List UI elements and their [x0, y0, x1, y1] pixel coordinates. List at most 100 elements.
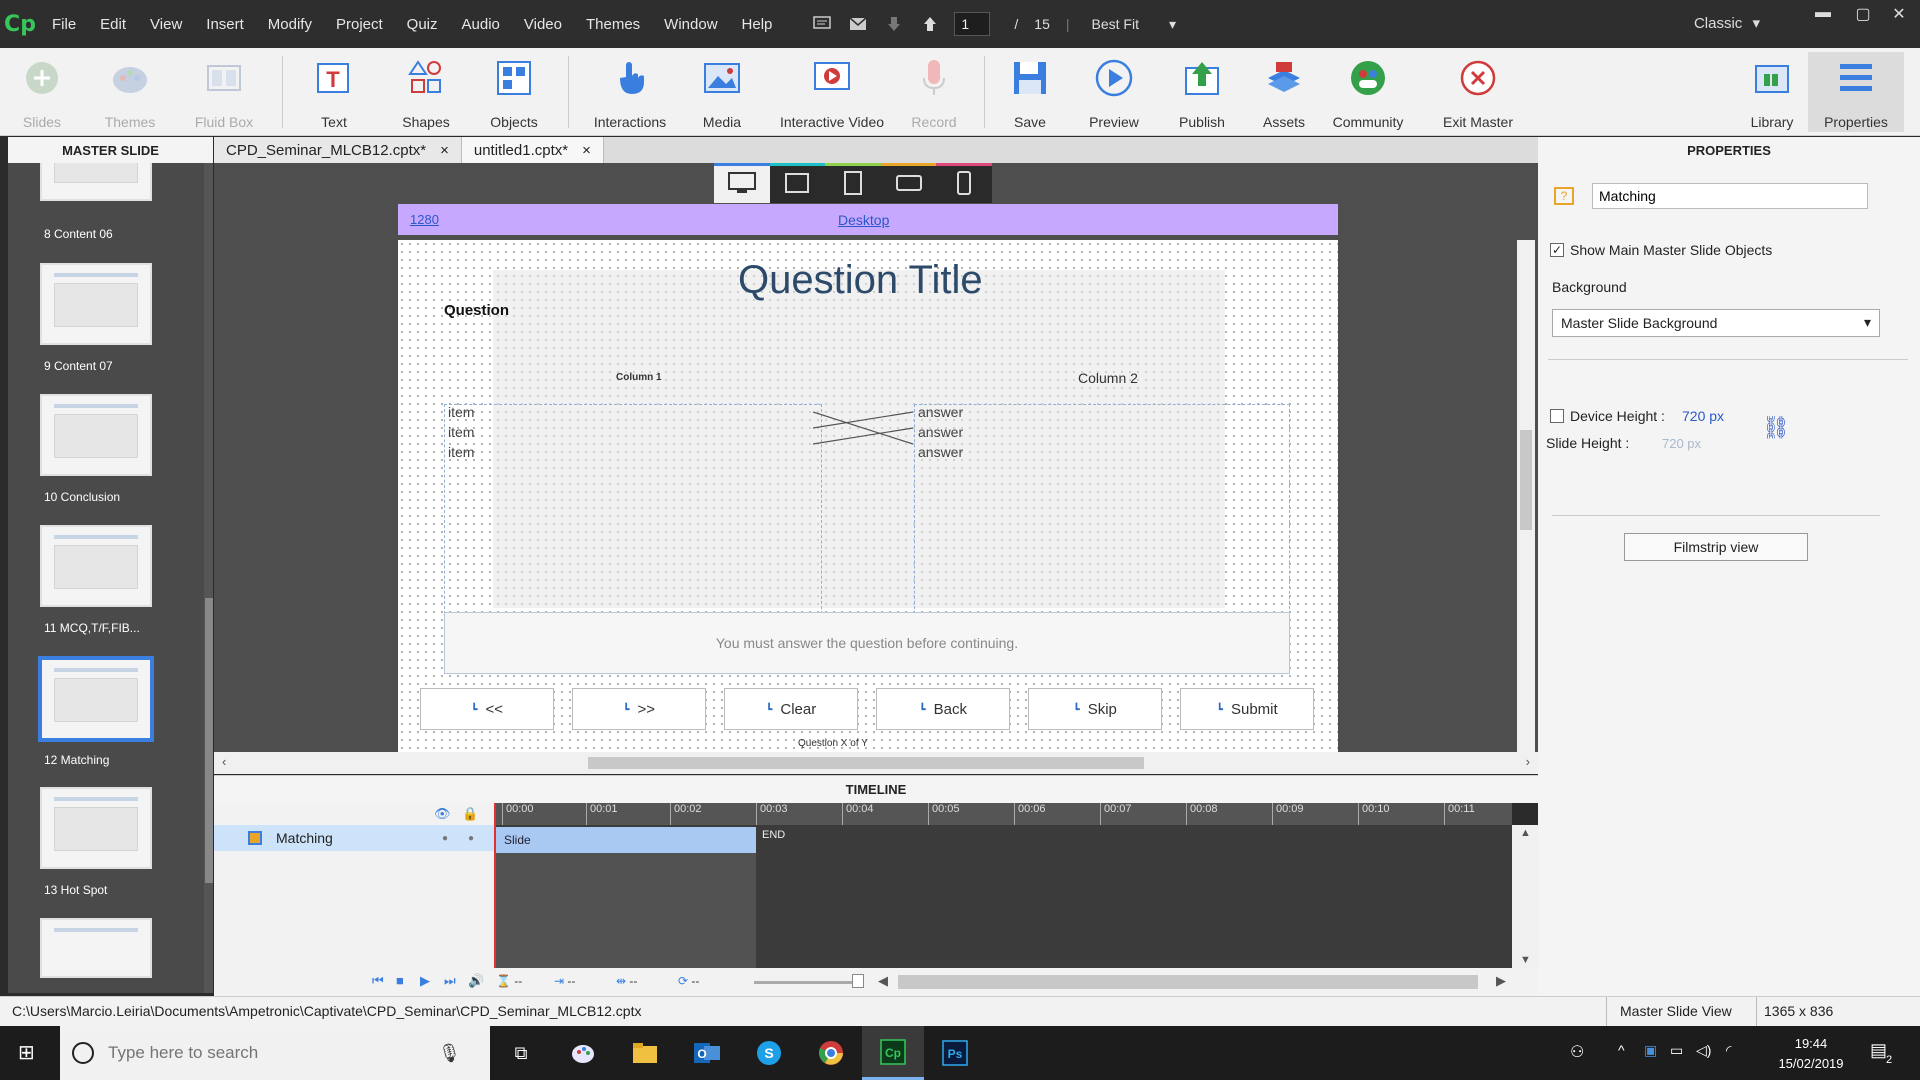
filmstrip-view-button[interactable]: Filmstrip view — [1624, 533, 1808, 561]
menu-edit[interactable]: Edit — [88, 16, 138, 33]
close-icon[interactable]: ✕ — [1882, 4, 1916, 28]
match-item[interactable]: item — [448, 444, 474, 460]
desktop-view-button[interactable] — [714, 163, 770, 203]
match-answer[interactable]: answer — [918, 444, 963, 460]
match-answer[interactable]: answer — [918, 424, 963, 440]
menu-file[interactable]: File — [40, 16, 88, 33]
question-title[interactable]: Question Title — [738, 258, 983, 303]
outlook-tray-icon[interactable]: ▣ — [1644, 1042, 1657, 1059]
timeline-layer-row[interactable]: Matching ● ● — [214, 825, 494, 851]
loop-field[interactable]: ⟳ -- — [678, 974, 699, 988]
slide-thumbnail[interactable] — [40, 787, 152, 869]
menu-insert[interactable]: Insert — [194, 16, 256, 33]
slide-thumbnail[interactable] — [40, 263, 152, 345]
back-button[interactable]: ┗ Back — [876, 688, 1010, 730]
phone-landscape-button[interactable] — [880, 163, 937, 203]
menu-view[interactable]: View — [138, 16, 194, 33]
column-1-label[interactable]: Column 1 — [616, 372, 662, 383]
text-button[interactable]: T Text — [286, 54, 382, 130]
feedback-caption[interactable]: You must answer the question before cont… — [444, 612, 1290, 674]
eye-icon[interactable]: 👁 — [434, 806, 451, 822]
comment-icon[interactable] — [808, 12, 836, 36]
match-item[interactable]: item — [448, 424, 474, 440]
breakpoint-label[interactable]: Desktop — [838, 212, 889, 228]
audio-icon[interactable]: 🔊 — [468, 973, 484, 989]
scroll-thumb[interactable] — [1520, 430, 1532, 530]
file-explorer-icon[interactable] — [614, 1026, 676, 1080]
question-progress[interactable]: Question X of Y — [798, 738, 868, 749]
timeline-vertical-scrollbar[interactable]: ▲ ▼ — [1512, 825, 1538, 968]
zoom-select[interactable]: Best Fit ▾ — [1092, 16, 1177, 33]
chrome-icon[interactable] — [800, 1026, 862, 1080]
community-button[interactable]: Community — [1320, 54, 1416, 130]
menu-project[interactable]: Project — [324, 16, 395, 33]
chevron-down-icon[interactable]: ▼ — [1520, 954, 1531, 966]
minimize-icon[interactable]: ▬ — [1806, 4, 1840, 28]
menu-quiz[interactable]: Quiz — [395, 16, 450, 33]
objects-button[interactable]: Objects — [466, 54, 562, 130]
photoshop-icon[interactable]: Ps — [924, 1026, 986, 1080]
taskbar-clock[interactable]: 19:44 15/02/2019 — [1766, 1034, 1856, 1074]
chevron-right-icon[interactable]: › — [1526, 754, 1530, 769]
windows-start-icon[interactable]: ⊞ — [18, 1040, 35, 1065]
maximize-icon[interactable]: ▢ — [1846, 4, 1880, 28]
column-2-box[interactable] — [914, 404, 1290, 614]
filmstrip-scroll-thumb[interactable] — [205, 598, 213, 883]
chevron-left-icon[interactable]: ‹ — [222, 754, 226, 769]
duration-field[interactable]: ⌛ -- — [496, 974, 522, 988]
lock-dot-icon[interactable]: ● — [468, 833, 474, 844]
microphone-icon[interactable]: 🎙 — [438, 1043, 461, 1064]
timeline-end-marker[interactable]: END — [762, 829, 785, 841]
column-1-box[interactable] — [444, 404, 822, 614]
close-icon[interactable]: × — [582, 142, 591, 159]
interactive-video-button[interactable]: Interactive Video — [780, 54, 884, 130]
shapes-button[interactable]: Shapes — [378, 54, 474, 130]
slide-thumbnail-selected[interactable] — [38, 656, 154, 742]
close-icon[interactable]: × — [440, 142, 449, 159]
slide-thumbnail[interactable] — [40, 525, 152, 607]
skype-icon[interactable]: S — [738, 1026, 800, 1080]
timeline-ruler[interactable]: 00:00 00:01 00:02 00:03 00:04 00:05 00:0… — [494, 803, 1512, 825]
stage-horizontal-scrollbar[interactable]: ‹ › — [214, 752, 1538, 774]
chevron-right-icon[interactable]: ▶ — [1496, 973, 1506, 989]
volume-icon[interactable]: ◁) — [1696, 1042, 1711, 1059]
slide-canvas[interactable]: Question Title Question Column 1 Column … — [398, 240, 1338, 752]
media-button[interactable]: Media — [674, 54, 770, 130]
themes-button[interactable]: Themes — [82, 54, 178, 130]
match-item[interactable]: item — [448, 404, 474, 420]
show-master-objects-checkbox[interactable]: ✓ — [1550, 243, 1564, 257]
clear-button[interactable]: ┗ Clear — [724, 688, 858, 730]
taskbar-search[interactable]: 🎙 — [60, 1026, 490, 1080]
breakpoint-width[interactable]: 1280 — [410, 212, 439, 227]
timeline-playhead[interactable] — [494, 803, 496, 968]
taskbar-search-input[interactable] — [108, 1043, 438, 1063]
breakpoint-bar[interactable]: 1280 Desktop — [398, 204, 1338, 235]
menu-video[interactable]: Video — [512, 16, 574, 33]
skip-end-icon[interactable]: ⏭ — [444, 973, 456, 989]
slide-thumbnail[interactable] — [40, 394, 152, 476]
tab-untitled1[interactable]: untitled1.cptx* × — [461, 137, 604, 163]
scroll-thumb[interactable] — [588, 757, 1144, 769]
chevron-up-icon[interactable]: ▲ — [1520, 827, 1531, 839]
start-time-field[interactable]: ⇥ -- — [554, 974, 575, 988]
zoom-slider-handle[interactable] — [852, 974, 864, 988]
link-icon[interactable]: ⛓ — [1762, 415, 1790, 441]
lock-icon[interactable]: 🔒 — [462, 806, 478, 822]
chevron-up-icon[interactable]: ^ — [1618, 1042, 1625, 1058]
submit-button[interactable]: ┗ Submit — [1180, 688, 1314, 730]
menu-window[interactable]: Window — [652, 16, 729, 33]
arrow-down-icon[interactable] — [880, 12, 908, 36]
stop-icon[interactable]: ■ — [396, 973, 404, 988]
skip-button[interactable]: ┗ Skip — [1028, 688, 1162, 730]
save-button[interactable]: Save — [982, 54, 1078, 130]
slide-thumbnail[interactable] — [40, 918, 152, 978]
timeline-track[interactable]: Slide END — [494, 803, 1512, 968]
menu-audio[interactable]: Audio — [450, 16, 512, 33]
column-2-label[interactable]: Column 2 — [1078, 370, 1138, 386]
match-answer[interactable]: answer — [918, 404, 963, 420]
library-button[interactable]: Library — [1724, 54, 1820, 130]
zoom-slider[interactable] — [754, 981, 864, 984]
captivate-taskbar-icon[interactable]: Cp — [862, 1026, 924, 1080]
wifi-icon[interactable]: ◜ — [1726, 1042, 1731, 1059]
slides-button[interactable]: Slides — [0, 54, 90, 130]
